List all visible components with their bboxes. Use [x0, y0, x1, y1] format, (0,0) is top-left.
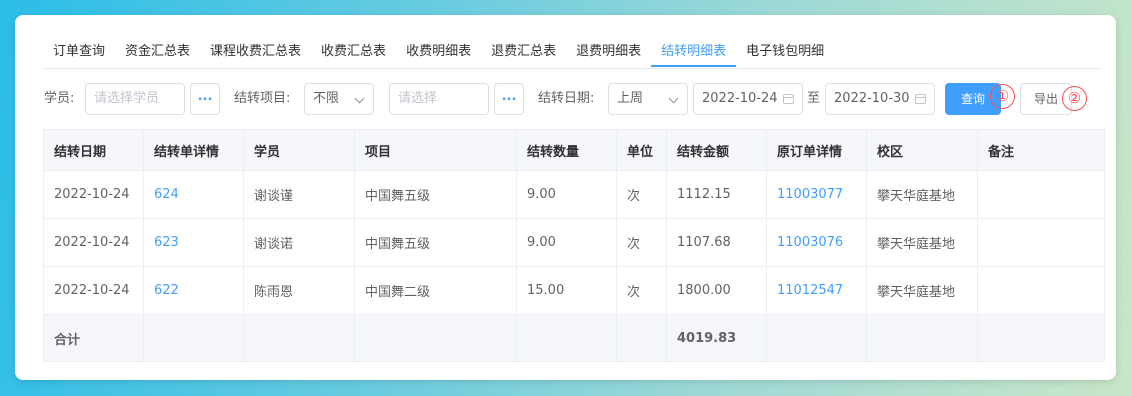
remark-cell	[977, 266, 1105, 315]
calendar-icon	[783, 94, 794, 104]
report-card: 订单查询 资金汇总表 课程收费汇总表 收费汇总表 收费明细表 退费汇总表 退费明…	[15, 15, 1116, 380]
total-empty-cell	[143, 314, 244, 362]
column-header[interactable]: 单位	[616, 129, 667, 171]
transfer-detail-table: 结转日期 结转单详情 学员 项目 结转数量 单位 结转金额 原订单详情 校区 备…	[43, 129, 1105, 362]
column-header[interactable]: 结转日期	[43, 129, 144, 171]
table-header-row: 结转日期 结转单详情 学员 项目 结转数量 单位 结转金额 原订单详情 校区 备…	[43, 129, 1105, 171]
student-cell: 谢谈谨	[243, 170, 355, 219]
total-empty-cell	[977, 314, 1105, 362]
transfer-detail-link[interactable]: 622	[143, 266, 244, 315]
unit-cell: 次	[616, 170, 667, 219]
table-row: 2022-10-24 624 谢谈谨 中国舞五级 9.00 次 1112.15 …	[43, 170, 1105, 219]
amount-cell: 1800.00	[666, 266, 767, 315]
table-row: 2022-10-24 623 谢谈诺 中国舞五级 9.00 次 1107.68 …	[43, 218, 1105, 267]
calendar-icon	[915, 94, 926, 104]
total-empty-cell	[516, 314, 617, 362]
quantity-cell: 15.00	[516, 266, 617, 315]
quantity-cell: 9.00	[516, 218, 617, 267]
total-empty-cell	[866, 314, 978, 362]
total-label: 合计	[43, 314, 144, 362]
tab-fee-summary[interactable]: 收费汇总表	[311, 38, 396, 67]
column-header[interactable]: 学员	[243, 129, 355, 171]
total-empty-cell	[616, 314, 667, 362]
tab-transfer-detail[interactable]: 结转明细表	[651, 38, 737, 67]
date-label: 结转日期:	[538, 91, 595, 106]
student-cell: 谢谈诺	[243, 218, 355, 267]
student-cell: 陈雨恩	[243, 266, 355, 315]
total-empty-cell	[766, 314, 867, 362]
student-picker-button[interactable]: ...	[190, 83, 220, 115]
date-end-input[interactable]: 2022-10-30	[825, 83, 935, 115]
total-empty-cell	[354, 314, 517, 362]
project-label: 结转项目:	[234, 91, 291, 106]
campus-cell: 攀天华庭基地	[866, 170, 978, 219]
tab-fee-detail[interactable]: 收费明细表	[396, 38, 481, 67]
project-cell: 中国舞五级	[354, 218, 517, 267]
total-amount: 4019.83	[666, 314, 767, 362]
original-order-link[interactable]: 11003076	[766, 218, 867, 267]
annotation-marker-1: ①	[990, 84, 1015, 109]
transfer-detail-link[interactable]: 624	[143, 170, 244, 219]
date-start-input[interactable]: 2022-10-24	[693, 83, 803, 115]
amount-cell: 1112.15	[666, 170, 767, 219]
tab-wallet-detail[interactable]: 电子钱包明细	[736, 38, 834, 67]
remark-cell	[977, 218, 1105, 267]
amount-cell: 1107.68	[666, 218, 767, 267]
student-input[interactable]: 请选择学员	[85, 83, 185, 115]
chevron-down-icon	[354, 93, 365, 104]
project-select[interactable]: 不限	[304, 83, 374, 115]
total-row: 合计 4019.83	[43, 314, 1105, 362]
chevron-down-icon	[668, 93, 679, 104]
annotation-marker-2: ②	[1062, 86, 1087, 111]
project-picker-button[interactable]: ...	[494, 83, 524, 115]
transfer-detail-link[interactable]: 623	[143, 218, 244, 267]
project-cell: 中国舞五级	[354, 170, 517, 219]
tab-fund-summary[interactable]: 资金汇总表	[115, 38, 200, 67]
unit-cell: 次	[616, 218, 667, 267]
campus-cell: 攀天华庭基地	[866, 266, 978, 315]
original-order-link[interactable]: 11012547	[766, 266, 867, 315]
transfer-date-cell: 2022-10-24	[43, 266, 144, 315]
project-select-value: 不限	[313, 91, 340, 106]
column-header[interactable]: 结转数量	[516, 129, 617, 171]
date-range-value: 上周	[617, 91, 644, 106]
tab-refund-detail[interactable]: 退费明细表	[566, 38, 651, 67]
project-detail-input[interactable]: 请选择	[389, 83, 489, 115]
campus-cell: 攀天华庭基地	[866, 218, 978, 267]
date-end-value: 2022-10-30	[834, 91, 910, 106]
filter-bar: 学员: 请选择学员 ... 结转项目: 不限 请选择 ... 结转日期: 上周 …	[43, 83, 1113, 115]
project-cell: 中国舞二级	[354, 266, 517, 315]
tab-order-query[interactable]: 订单查询	[43, 38, 115, 67]
date-to-label: 至	[807, 91, 821, 106]
column-header[interactable]: 原订单详情	[766, 129, 867, 171]
remark-cell	[977, 170, 1105, 219]
original-order-link[interactable]: 11003077	[766, 170, 867, 219]
transfer-date-cell: 2022-10-24	[43, 170, 144, 219]
total-empty-cell	[243, 314, 355, 362]
date-range-select[interactable]: 上周	[608, 83, 688, 115]
transfer-date-cell: 2022-10-24	[43, 218, 144, 267]
tab-refund-summary[interactable]: 退费汇总表	[481, 38, 566, 67]
column-header[interactable]: 结转单详情	[143, 129, 244, 171]
column-header[interactable]: 项目	[354, 129, 517, 171]
unit-cell: 次	[616, 266, 667, 315]
column-header[interactable]: 结转金额	[666, 129, 767, 171]
column-header[interactable]: 备注	[977, 129, 1105, 171]
table-row: 2022-10-24 622 陈雨恩 中国舞二级 15.00 次 1800.00…	[43, 266, 1105, 315]
quantity-cell: 9.00	[516, 170, 617, 219]
date-start-value: 2022-10-24	[702, 91, 778, 106]
report-tabs: 订单查询 资金汇总表 课程收费汇总表 收费汇总表 收费明细表 退费汇总表 退费明…	[43, 38, 1101, 69]
column-header[interactable]: 校区	[866, 129, 978, 171]
tab-course-fee-summary[interactable]: 课程收费汇总表	[200, 38, 311, 67]
student-label: 学员:	[44, 91, 75, 106]
